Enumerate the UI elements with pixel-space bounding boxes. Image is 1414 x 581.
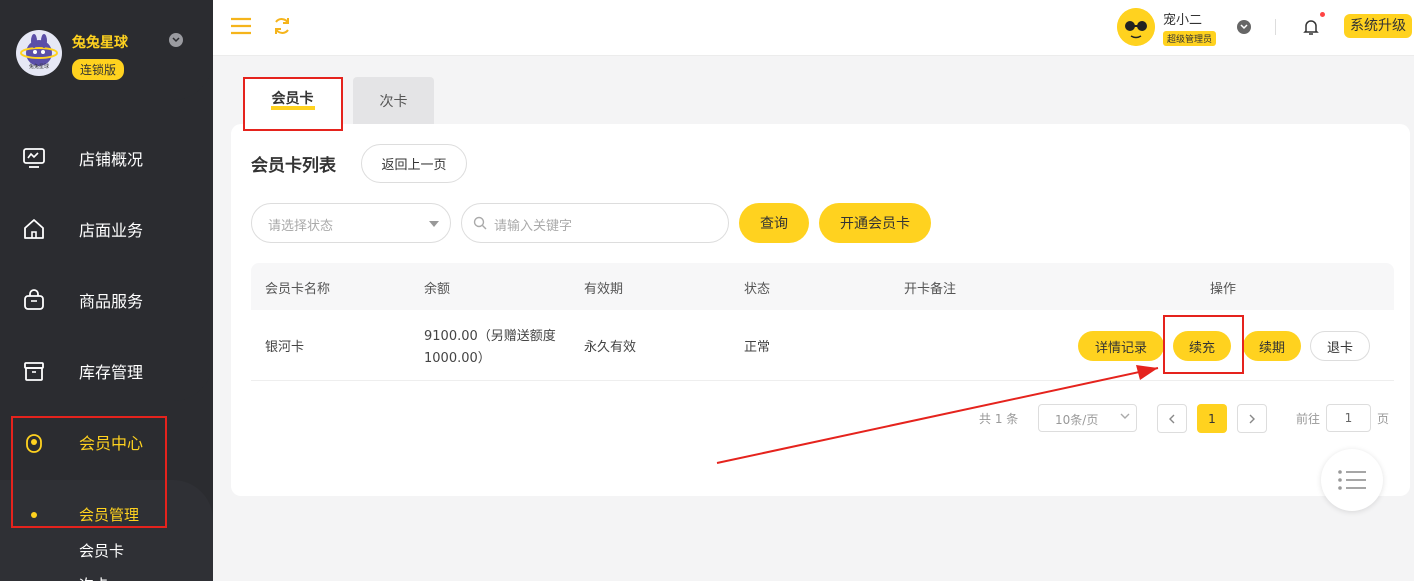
floating-list-button[interactable] [1321, 449, 1383, 511]
refund-card-button[interactable]: 退卡 [1310, 331, 1370, 361]
column-header: 余额 [424, 282, 451, 297]
submenu-times-card[interactable]: 次卡 [79, 574, 109, 581]
status-select-placeholder: 请选择状态 [268, 219, 334, 234]
caret-down-icon [429, 221, 439, 227]
sidebar-item-label: 店面业务 [79, 221, 144, 240]
page-size-select[interactable]: 10条/页 [1038, 404, 1137, 432]
pagination-total: 共 1 条 [979, 412, 1019, 426]
bag-icon [24, 289, 44, 310]
refresh-icon[interactable] [272, 16, 292, 36]
query-button[interactable]: 查询 [739, 203, 809, 243]
sidebar-item-store-overview[interactable]: 店铺概况 [0, 128, 213, 188]
notification-bell-icon[interactable] [1303, 18, 1319, 36]
card-name-cell: 银河卡 [265, 340, 305, 355]
search-placeholder: 请输入关键字 [494, 219, 573, 234]
tab-label: 次卡 [379, 93, 408, 110]
list-icon [1338, 470, 1366, 490]
tab-label: 会员卡 [270, 92, 315, 110]
sidebar: 兔兔星球 兔兔星球 连锁版 店铺概况 店面业务 商品服务 库存管理 会员中心 会… [0, 0, 213, 581]
renew-button[interactable]: 续期 [1243, 331, 1301, 361]
goto-page-input[interactable]: 1 [1326, 404, 1371, 432]
column-header: 有效期 [584, 282, 624, 297]
box-icon [24, 362, 44, 381]
validity-cell: 永久有效 [584, 340, 637, 355]
column-header: 状态 [744, 282, 771, 297]
top-header: 宠小二 超级管理员 系统升级 [213, 0, 1414, 56]
user-chevron-down-icon[interactable] [1237, 20, 1251, 34]
keyword-search-input[interactable]: 请输入关键字 [461, 203, 729, 243]
status-cell: 正常 [744, 340, 771, 355]
header-divider [1275, 19, 1276, 35]
notification-dot [1320, 12, 1325, 17]
chevron-right-icon [1249, 414, 1255, 423]
submenu-area [0, 480, 213, 581]
logo-text: 兔兔星球 [28, 64, 49, 70]
table-header: 会员卡名称 余额 有效期 状态 开卡备注 操作 [251, 263, 1394, 310]
user-name: 宠小二 [1163, 13, 1203, 28]
balance-cell-line2: 1000.00） [424, 351, 491, 366]
active-dot [31, 512, 37, 518]
system-upgrade-button[interactable]: 系统升级 [1344, 14, 1412, 38]
page-title: 会员卡列表 [251, 156, 336, 176]
recharge-button[interactable]: 续充 [1173, 331, 1231, 361]
brand-chevron-down-icon[interactable] [169, 33, 183, 47]
sidebar-item-label: 店铺概况 [79, 150, 144, 169]
submenu-member-card[interactable]: 会员卡 [79, 540, 124, 561]
page-number-current[interactable]: 1 [1197, 404, 1227, 433]
brand-name: 兔兔星球 [72, 35, 128, 51]
detail-records-button[interactable]: 详情记录 [1078, 331, 1164, 361]
open-member-card-button[interactable]: 开通会员卡 [819, 203, 931, 243]
next-page-button[interactable] [1237, 404, 1267, 433]
sidebar-item-label: 会员中心 [79, 434, 144, 453]
back-button[interactable]: 返回上一页 [361, 144, 467, 183]
home-icon [24, 219, 44, 239]
table-row: 银河卡 9100.00（另赠送额度 1000.00） 永久有效 正常 详情记录 … [251, 310, 1394, 381]
sidebar-item-label: 库存管理 [79, 363, 144, 382]
sidebar-item-label: 商品服务 [79, 292, 144, 311]
sidebar-item-product-service[interactable]: 商品服务 [0, 270, 213, 330]
sidebar-item-member-center[interactable]: 会员中心 [0, 412, 213, 472]
column-header: 开卡备注 [904, 282, 957, 297]
submenu-member-management[interactable]: 会员管理 [79, 504, 139, 525]
user-role-badge: 超级管理员 [1163, 31, 1217, 46]
column-header: 操作 [1210, 282, 1237, 297]
user-avatar[interactable] [1117, 8, 1155, 46]
tab-member-card[interactable]: 会员卡 [244, 77, 341, 124]
monitor-icon [23, 148, 45, 168]
edition-badge: 连锁版 [72, 59, 125, 80]
brand-logo: 兔兔星球 [16, 30, 62, 76]
menu-toggle-icon[interactable] [230, 17, 252, 35]
balance-cell-line1: 9100.00（另赠送额度 [424, 329, 556, 344]
search-icon [473, 216, 487, 230]
status-select[interactable]: 请选择状态 [251, 203, 451, 243]
sidebar-item-store-business[interactable]: 店面业务 [0, 199, 213, 259]
goto-suffix: 页 [1377, 412, 1390, 426]
goto-prefix: 前往 [1296, 412, 1321, 426]
sidebar-item-inventory[interactable]: 库存管理 [0, 341, 213, 401]
prev-page-button[interactable] [1157, 404, 1187, 433]
page-size-value: 10条/页 [1055, 413, 1099, 427]
chevron-down-icon [1120, 413, 1130, 419]
tab-times-card[interactable]: 次卡 [353, 77, 434, 124]
column-header: 会员卡名称 [265, 282, 331, 297]
chevron-left-icon [1169, 414, 1175, 423]
member-icon [26, 434, 42, 453]
